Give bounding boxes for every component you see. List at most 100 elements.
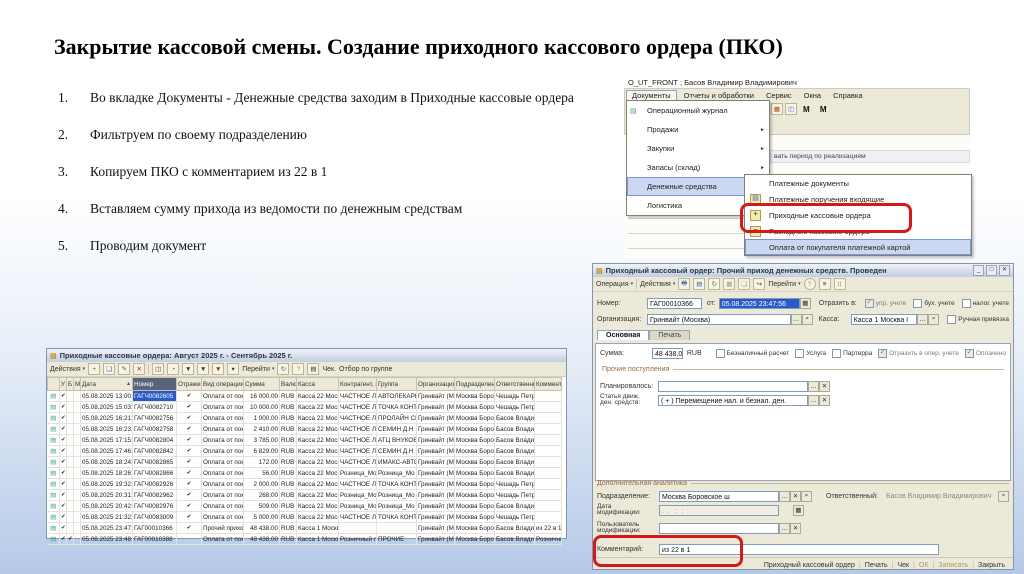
calendar-button[interactable]: ▦: [799, 297, 811, 309]
table-row[interactable]: ▤✔05.08.2025 20:31:47ГАГЧ0082962✔Оплата …: [47, 489, 562, 501]
menu-item[interactable]: Закупки ►: [627, 139, 769, 158]
reflect-checkbox[interactable]: налог. учете: [961, 298, 1009, 308]
column-header[interactable]: Подразделение: [454, 377, 495, 391]
table-row[interactable]: ▤✔✔05.08.2025 23:48:14ГАГ00010388Оплата …: [47, 533, 562, 545]
footer-button[interactable]: Приходный кассовый ордер: [760, 562, 859, 569]
table-row[interactable]: ▤✔05.08.2025 21:32:10ГАГЧ0083009✔Оплата …: [47, 511, 562, 523]
column-header[interactable]: Организация: [416, 377, 455, 391]
actions-menu-button[interactable]: Действия ▾: [640, 281, 675, 288]
submenu-item[interactable]: Платежные документы: [745, 175, 971, 191]
submenu-item[interactable]: + Приходные кассовые ордера: [745, 207, 971, 223]
goto-menu-button[interactable]: Перейти ▾: [242, 366, 274, 373]
movements-icon[interactable]: ≡: [818, 278, 831, 290]
footer-button[interactable]: Закрыть: [974, 562, 1009, 569]
menubar-item[interactable]: Окна: [799, 91, 826, 100]
org-field[interactable]: Гринвайт (Москва): [647, 313, 791, 325]
manual-link-checkbox[interactable]: Ручная привязка: [947, 314, 1009, 324]
select-button[interactable]: …: [917, 313, 929, 325]
column-header[interactable]: Группа: [376, 377, 417, 391]
menu-item[interactable]: ▤ Операционный журнал: [627, 101, 769, 120]
calendar-button[interactable]: ▦: [793, 504, 804, 516]
submenu-item[interactable]: ▤ Платежные поручения входящие: [745, 191, 971, 207]
table-row[interactable]: ▤✔05.08.2025 16:23:36ГАГЧ0082758✔Оплата …: [47, 423, 562, 435]
table-row[interactable]: ▤✔05.08.2025 20:42:37ГАГЧ0082976✔Оплата …: [47, 500, 562, 512]
tab-main[interactable]: Основная: [597, 330, 650, 340]
footer-button[interactable]: Записать: [934, 562, 972, 569]
based-on-icon[interactable]: ↪: [753, 278, 766, 290]
period-icon[interactable]: ◫: [152, 363, 165, 375]
article-field[interactable]: ( + ) Перемещение нал. и безнал. ден.: [658, 394, 808, 406]
column-header[interactable]: Номер: [132, 377, 177, 391]
column-header[interactable]: Дата ▲: [80, 377, 133, 391]
number-field[interactable]: ГАГ00010366: [647, 297, 702, 309]
division-field[interactable]: Москва Боровское ш: [659, 490, 779, 502]
sum-checkbox[interactable]: Услуга: [795, 348, 826, 358]
sum-checkbox[interactable]: ✓ Оплачено: [964, 348, 1006, 358]
help-icon[interactable]: ?: [803, 278, 816, 290]
column-header[interactable]: Касса: [296, 377, 339, 391]
refresh-icon[interactable]: ↻: [277, 363, 290, 375]
edit-icon[interactable]: ✎: [118, 363, 131, 375]
open-button[interactable]: ⌕: [928, 313, 940, 325]
column-header[interactable]: У: [59, 377, 67, 391]
more-icon[interactable]: ▾: [227, 363, 240, 375]
clear-button[interactable]: ✕: [819, 394, 830, 406]
maximize-button[interactable]: □: [986, 265, 997, 276]
menubar-item[interactable]: Справка: [828, 91, 867, 100]
column-header[interactable]: Вид операции: [201, 377, 244, 391]
clear-button[interactable]: ✕: [790, 522, 801, 534]
users-icon[interactable]: ◫: [785, 103, 797, 115]
table-row[interactable]: ▤✔05.08.2025 13:00:49ГАГЧ0082605✔Оплата …: [47, 390, 562, 402]
filter-settings-icon[interactable]: ▼: [197, 363, 210, 375]
table-row[interactable]: ▤✔05.08.2025 18:26:23ГАГЧ0082866✔Оплата …: [47, 467, 562, 479]
footer-button[interactable]: Печать: [861, 562, 892, 569]
open-button[interactable]: ⌕: [998, 490, 1009, 502]
print-icon[interactable]: 🖶: [678, 278, 691, 290]
select-button[interactable]: …: [808, 394, 819, 406]
filter-off-icon[interactable]: ▼: [212, 363, 225, 375]
sum-checkbox[interactable]: Партерра: [832, 348, 872, 358]
help-icon[interactable]: ?: [292, 363, 305, 375]
delete-icon[interactable]: ✕: [133, 363, 146, 375]
column-header[interactable]: Б: [66, 377, 74, 391]
column-header[interactable]: Комментарий: [534, 377, 562, 391]
column-header[interactable]: Валюта: [279, 377, 297, 391]
menubar-item[interactable]: Сервис: [761, 91, 797, 100]
footer-button[interactable]: Чек: [893, 562, 913, 569]
column-header[interactable]: Отражено в о.: [176, 377, 202, 391]
table-row[interactable]: ▤✔05.08.2025 16:21:37ГАГЧ0082756✔Оплата …: [47, 412, 562, 424]
footer-button[interactable]: ОК: [915, 562, 933, 569]
select-button[interactable]: …: [808, 380, 819, 392]
open-button[interactable]: ⌕: [801, 490, 812, 502]
menubar-item[interactable]: Отчеты и обработки: [679, 91, 759, 100]
mod-user-field[interactable]: [659, 522, 779, 534]
goto-menu-button[interactable]: Перейти ▾: [768, 281, 800, 288]
group-filter-label[interactable]: Отбор по группе: [339, 366, 392, 373]
reflect-checkbox[interactable]: бух. учете: [913, 298, 955, 308]
kassa-field[interactable]: Касса 1 Москва I: [850, 313, 918, 325]
column-header[interactable]: Сумма: [243, 377, 280, 391]
date-field[interactable]: 05.08.2025 23:47:56: [718, 297, 800, 309]
actions-menu-button[interactable]: Действия ▾: [50, 366, 85, 373]
toolbar-letter-buttons[interactable]: М М: [803, 105, 831, 114]
table-row[interactable]: ▤✔05.08.2025 19:32:54ГАГЧ0082926✔Оплата …: [47, 478, 562, 490]
copy-icon[interactable]: ❏: [103, 363, 116, 375]
menubar-item[interactable]: Документы: [626, 89, 677, 101]
column-header[interactable]: Контрагент, под..: [338, 377, 377, 391]
table-row[interactable]: ▤✔05.08.2025 15:03:53ГАГЧ0082710✔Оплата …: [47, 401, 562, 413]
preview-icon[interactable]: ▤: [693, 278, 706, 290]
add-icon[interactable]: +: [88, 363, 101, 375]
print-icon[interactable]: ▤: [307, 363, 320, 375]
close-button[interactable]: ✕: [999, 265, 1010, 276]
comment-field[interactable]: из 22 в 1: [659, 543, 939, 555]
clear-button[interactable]: ✕: [790, 490, 801, 502]
check-button[interactable]: Чек.: [322, 366, 336, 373]
menu-item[interactable]: Продажи ►: [627, 120, 769, 139]
filter-icon[interactable]: ▼: [182, 363, 195, 375]
settings-icon[interactable]: ⁝⁝: [833, 278, 846, 290]
table-row[interactable]: ▤✔05.08.2025 17:46:53ГАГЧ0082842✔Оплата …: [47, 445, 562, 457]
column-header[interactable]: Ответственный: [494, 377, 535, 391]
sum-checkbox[interactable]: Безналичный расчет: [715, 348, 789, 358]
select-button[interactable]: …: [790, 313, 802, 325]
sum-field[interactable]: 48 438,00: [652, 347, 683, 359]
